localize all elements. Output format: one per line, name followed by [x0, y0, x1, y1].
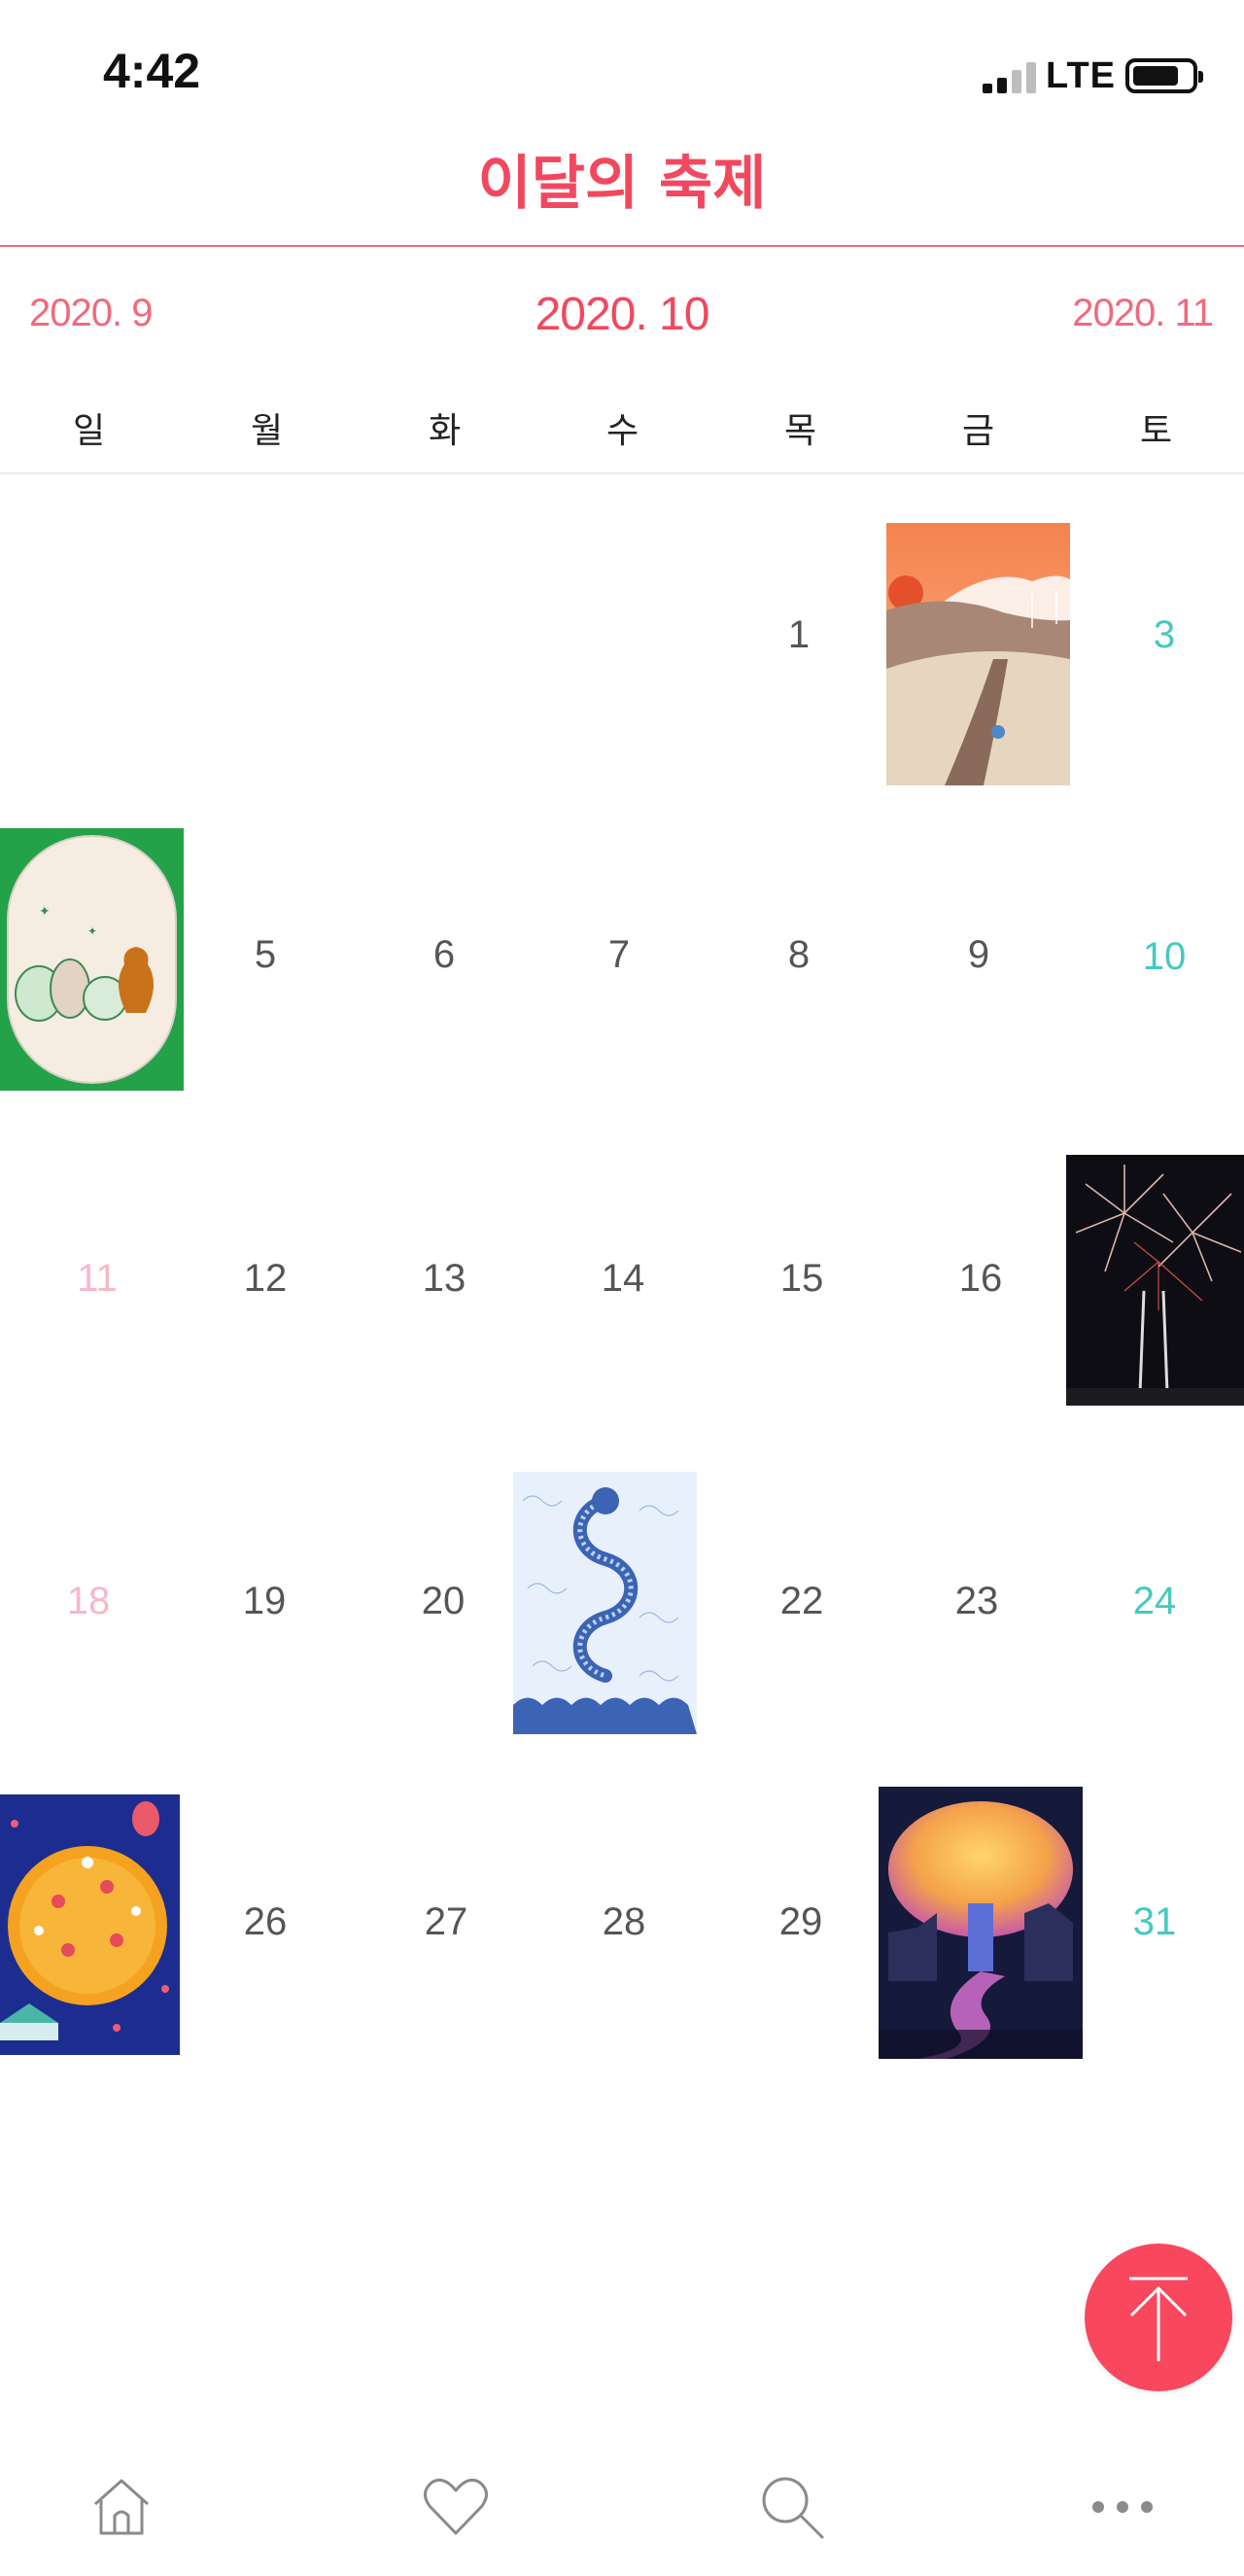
day-cell[interactable]: 14: [565, 1257, 681, 1301]
weekday-wed: 수: [605, 411, 639, 451]
more-icon: [1092, 2501, 1153, 2513]
day-cell[interactable]: 28: [566, 1900, 682, 1944]
status-indicators: LTE: [983, 54, 1203, 97]
sunset-flower-field-poster[interactable]: [886, 523, 1070, 785]
weekday-tue: 화: [428, 411, 462, 451]
battery-icon: [1125, 58, 1203, 93]
fireworks-poster[interactable]: [1066, 1155, 1244, 1406]
day-cell[interactable]: 12: [207, 1257, 324, 1301]
weekday-sun: 일: [72, 411, 106, 451]
weekday-fri: 금: [961, 411, 995, 451]
day-cell[interactable]: 5: [207, 933, 324, 977]
svg-text:✦: ✦: [87, 924, 97, 938]
day-cell[interactable]: 9: [920, 933, 1037, 977]
search-icon: [762, 2477, 824, 2539]
day-cell[interactable]: 23: [918, 1580, 1035, 1623]
nav-home[interactable]: [78, 2463, 165, 2551]
day-cell[interactable]: 22: [743, 1580, 860, 1623]
network-type: LTE: [1046, 54, 1116, 96]
day-cell[interactable]: 15: [743, 1257, 860, 1301]
day-cell[interactable]: 3: [1106, 613, 1223, 657]
day-cell[interactable]: 8: [741, 933, 857, 977]
day-cell[interactable]: 19: [206, 1580, 323, 1623]
status-bar: 4:42 LTE: [0, 0, 1244, 136]
nav-more[interactable]: [1079, 2463, 1166, 2551]
day-cell[interactable]: 1: [741, 613, 857, 657]
next-month-button[interactable]: 2020. 11: [1072, 292, 1214, 335]
heart-icon: [424, 2478, 488, 2535]
svg-text:✦: ✦: [39, 904, 51, 920]
day-cell[interactable]: 27: [388, 1900, 504, 1944]
pottery-jars-poster[interactable]: ✦ ✦: [0, 828, 184, 1091]
day-cell[interactable]: 11: [39, 1257, 156, 1301]
calendar-grid: 1 3 5 6 7 8 9 10 11 12 13 14 15 16 18 19…: [0, 474, 1244, 2127]
day-cell[interactable]: 18: [30, 1580, 147, 1623]
arrow-up-icon: [1129, 2277, 1188, 2361]
day-cell[interactable]: 24: [1096, 1580, 1213, 1623]
bottom-nav: [0, 2450, 1244, 2576]
day-cell[interactable]: 29: [743, 1900, 859, 1944]
status-time: 4:42: [103, 44, 201, 98]
home-icon: [94, 2479, 149, 2535]
day-cell[interactable]: 7: [561, 933, 677, 977]
page-title: 이달의 축제: [477, 150, 767, 218]
day-cell[interactable]: 13: [386, 1257, 502, 1301]
day-cell[interactable]: 26: [207, 1900, 324, 1944]
light-tree-poster[interactable]: [879, 1787, 1083, 2059]
nav-favorites[interactable]: [412, 2463, 500, 2551]
weekday-sat: 토: [1139, 411, 1173, 451]
signal-icon: [983, 58, 1037, 93]
weekday-mon: 월: [250, 411, 284, 451]
blue-dragon-poster[interactable]: [513, 1472, 697, 1734]
weekday-header: 일 월 화 수 목 금 토: [0, 402, 1244, 455]
circus-festival-poster[interactable]: [0, 1794, 180, 2055]
day-cell[interactable]: 6: [386, 933, 502, 977]
day-cell[interactable]: 16: [922, 1257, 1039, 1301]
title-divider: [0, 245, 1244, 247]
weekday-thu: 목: [783, 411, 817, 451]
nav-search[interactable]: [748, 2463, 836, 2551]
scroll-top-button[interactable]: [1085, 2244, 1232, 2391]
day-cell[interactable]: 31: [1096, 1900, 1213, 1944]
prev-month-button[interactable]: 2020. 9: [29, 292, 153, 335]
current-month-label: 2020. 10: [535, 289, 710, 340]
day-cell[interactable]: 10: [1106, 935, 1223, 979]
day-cell[interactable]: 20: [385, 1580, 501, 1623]
